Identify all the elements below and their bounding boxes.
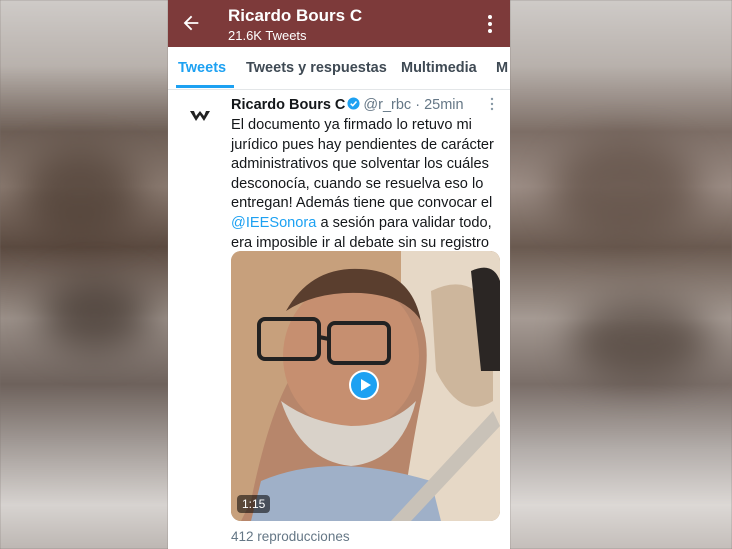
active-tab-indicator [176,85,234,88]
profile-tabs: Tweets Tweets y respuestas Multimedia M [168,47,510,90]
profile-title: Ricardo Bours C [228,6,363,25]
video-thumbnail[interactable]: 1:15 [231,251,500,521]
tweet-header: Ricardo Bours C @r_rbc · 25min [231,97,464,113]
tweet-time: · 25min [415,97,464,113]
phone-screen: Ricardo Bours C 21.6K Tweets Tweets Twee… [168,0,510,549]
tweet-text-main: El documento ya firmado lo retuvo mi jur… [231,117,494,212]
avatar[interactable] [188,109,212,123]
video-duration: 1:15 [237,495,271,513]
tweet-text: El documento ya firmado lo retuvo mi jur… [231,116,506,253]
tweet-count: 21.6K Tweets [228,28,307,43]
profile-header-bar: Ricardo Bours C 21.6K Tweets [168,0,510,47]
tweet-card[interactable]: Ricardo Bours C @r_rbc · 25min El documen… [168,89,510,549]
arrow-left-icon[interactable] [180,12,202,34]
more-vertical-icon[interactable] [482,13,498,35]
tab-tweets-y-respuestas[interactable]: Tweets y respuestas [246,60,387,76]
tab-multimedia[interactable]: Multimedia [401,60,477,76]
play-video-button[interactable] [349,370,379,400]
more-options-icon[interactable] [488,97,496,111]
tweet-author-name[interactable]: Ricardo Bours C [231,97,345,113]
tab-more[interactable]: M [496,60,508,76]
mention-link[interactable]: @IEESonora [231,215,316,231]
blurred-background-right [510,0,732,549]
tab-tweets[interactable]: Tweets [178,60,226,76]
view-count: 412 reproducciones [231,529,350,544]
verified-icon [347,97,360,110]
tweet-author-handle: @r_rbc [363,97,412,113]
blurred-background-left [0,0,168,549]
